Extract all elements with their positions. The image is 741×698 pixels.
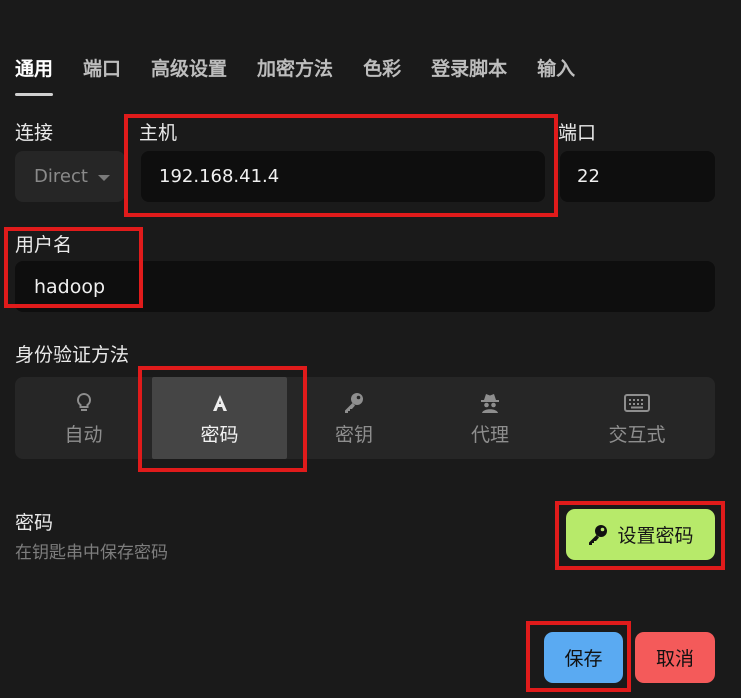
auth-option-agent-label: 代理 [470, 423, 509, 446]
tab-ciphers[interactable]: 加密方法 [257, 52, 333, 96]
save-button[interactable]: 保存 [544, 632, 623, 683]
key-icon [343, 390, 365, 416]
port-input[interactable]: 22 [560, 151, 715, 202]
auth-method-label: 身份验证方法 [15, 344, 130, 366]
auth-option-agent[interactable]: 代理 [421, 377, 559, 459]
set-password-button[interactable]: 设置密码 [566, 509, 715, 560]
settings-tabs: 通用 端口 高级设置 加密方法 色彩 登录脚本 输入 [15, 52, 605, 96]
host-input[interactable]: 192.168.41.4 [141, 151, 545, 202]
auth-option-key[interactable]: 密钥 [287, 377, 421, 459]
connection-settings-panel: 通用 端口 高级设置 加密方法 色彩 登录脚本 输入 连接 Direct 主机 … [0, 0, 741, 698]
keyboard-icon [624, 390, 650, 416]
auth-option-interactive-label: 交互式 [608, 423, 666, 446]
chevron-down-icon [97, 174, 110, 181]
tab-advanced[interactable]: 高级设置 [151, 52, 227, 96]
key-icon [587, 524, 609, 546]
agent-icon [479, 390, 501, 416]
connection-select[interactable]: Direct [15, 151, 125, 202]
tab-input[interactable]: 输入 [537, 52, 575, 96]
tab-login-script[interactable]: 登录脚本 [431, 52, 507, 96]
password-subtitle: 在钥匙串中保存密码 [15, 543, 168, 563]
host-label: 主机 [139, 122, 178, 144]
password-title: 密码 [15, 512, 54, 534]
connection-value: Direct [34, 166, 88, 187]
auth-option-interactive[interactable]: 交互式 [559, 377, 715, 459]
tab-general[interactable]: 通用 [15, 52, 54, 96]
cancel-button[interactable]: 取消 [635, 632, 715, 683]
auth-option-password[interactable]: 密码 [152, 377, 287, 459]
lightbulb-icon [75, 390, 93, 416]
tab-colors[interactable]: 色彩 [363, 52, 401, 96]
auth-option-key-label: 密钥 [334, 423, 373, 446]
text-a-icon [210, 390, 230, 416]
set-password-label: 设置密码 [617, 525, 694, 547]
connection-label: 连接 [15, 122, 54, 144]
tab-ports[interactable]: 端口 [83, 52, 121, 96]
host-value: 192.168.41.4 [159, 166, 280, 187]
username-value: hadoop [34, 275, 106, 298]
port-value: 22 [577, 166, 600, 187]
auth-method-selector: 自动 密码 密钥 代理 交互式 [15, 377, 715, 459]
auth-option-auto-label: 自动 [64, 423, 103, 446]
auth-option-password-label: 密码 [200, 423, 239, 446]
port-label: 端口 [558, 122, 597, 144]
username-input[interactable]: hadoop [15, 261, 715, 312]
auth-option-auto[interactable]: 自动 [15, 377, 152, 459]
username-label: 用户名 [15, 234, 73, 256]
